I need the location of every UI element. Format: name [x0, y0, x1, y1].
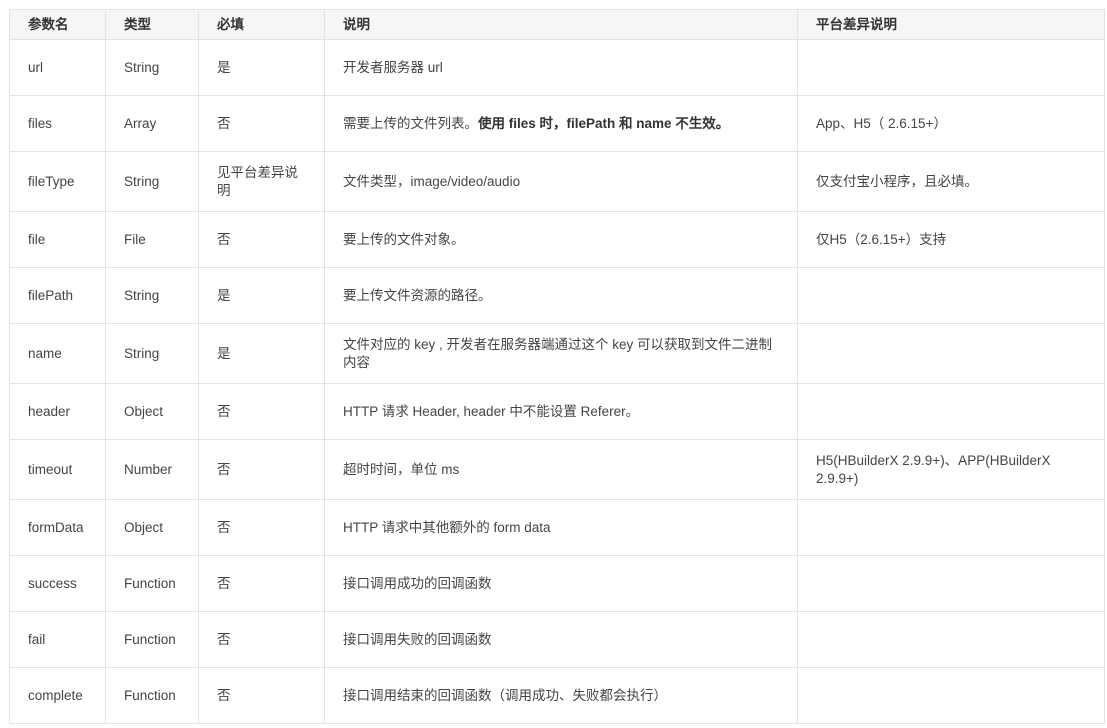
table-header-row: 参数名 类型 必填 说明 平台差异说明 [9, 9, 1105, 40]
cell-type: String [105, 323, 199, 384]
cell-platform-notes [797, 323, 1105, 384]
cell-platform-notes [797, 555, 1105, 612]
cell-type: Function [105, 667, 199, 724]
cell-description: HTTP 请求 Header, header 中不能设置 Referer。 [324, 383, 798, 440]
header-platform-notes: 平台差异说明 [797, 9, 1105, 40]
cell-description: 接口调用结束的回调函数（调用成功、失败都会执行） [324, 667, 798, 724]
cell-param-name: url [9, 39, 106, 96]
cell-param-name: success [9, 555, 106, 612]
cell-param-name: fail [9, 611, 106, 668]
cell-required: 否 [198, 211, 325, 268]
cell-platform-notes [797, 383, 1105, 440]
cell-param-name: name [9, 323, 106, 384]
table-row: formData Object 否 HTTP 请求中其他额外的 form dat… [9, 499, 1105, 556]
cell-platform-notes: 仅H5（2.6.15+）支持 [797, 211, 1105, 268]
table-row: url String 是 开发者服务器 url [9, 39, 1105, 96]
header-required: 必填 [198, 9, 325, 40]
cell-param-name: timeout [9, 439, 106, 500]
cell-platform-notes: App、H5（ 2.6.15+） [797, 95, 1105, 152]
cell-required: 否 [198, 611, 325, 668]
cell-description: 文件对应的 key , 开发者在服务器端通过这个 key 可以获取到文件二进制内… [324, 323, 798, 384]
table-row: complete Function 否 接口调用结束的回调函数（调用成功、失败都… [9, 667, 1105, 724]
cell-platform-notes [797, 39, 1105, 96]
cell-required: 见平台差异说明 [198, 151, 325, 212]
table-row: success Function 否 接口调用成功的回调函数 [9, 555, 1105, 612]
table-row: file File 否 要上传的文件对象。 仅H5（2.6.15+）支持 [9, 211, 1105, 268]
cell-param-name: filePath [9, 267, 106, 324]
table-row: timeout Number 否 超时时间，单位 ms H5(HBuilderX… [9, 439, 1105, 500]
param-table: 参数名 类型 必填 说明 平台差异说明 url String 是 开发者服务器 … [9, 9, 1105, 724]
table-row: fail Function 否 接口调用失败的回调函数 [9, 611, 1105, 668]
cell-type: Number [105, 439, 199, 500]
cell-description: HTTP 请求中其他额外的 form data [324, 499, 798, 556]
cell-param-name: files [9, 95, 106, 152]
cell-platform-notes [797, 499, 1105, 556]
table-row: name String 是 文件对应的 key , 开发者在服务器端通过这个 k… [9, 323, 1105, 384]
cell-type: Object [105, 383, 199, 440]
cell-type: String [105, 151, 199, 212]
cell-required: 是 [198, 267, 325, 324]
cell-description: 要上传的文件对象。 [324, 211, 798, 268]
cell-required: 否 [198, 555, 325, 612]
cell-type: String [105, 39, 199, 96]
header-param-name: 参数名 [9, 9, 106, 40]
cell-platform-notes: H5(HBuilderX 2.9.9+)、APP(HBuilderX 2.9.9… [797, 439, 1105, 500]
cell-description: 要上传文件资源的路径。 [324, 267, 798, 324]
cell-platform-notes: 仅支付宝小程序，且必填。 [797, 151, 1105, 212]
cell-type: Function [105, 555, 199, 612]
cell-description: 需要上传的文件列表。使用 files 时，filePath 和 name 不生效… [324, 95, 798, 152]
cell-type: File [105, 211, 199, 268]
cell-required: 是 [198, 39, 325, 96]
cell-param-name: complete [9, 667, 106, 724]
cell-description: 超时时间，单位 ms [324, 439, 798, 500]
cell-param-name: file [9, 211, 106, 268]
cell-type: String [105, 267, 199, 324]
param-table-container: 参数名 类型 必填 说明 平台差异说明 url String 是 开发者服务器 … [9, 9, 1105, 724]
description-bold-text: 使用 files 时，filePath 和 name 不生效。 [478, 115, 730, 131]
cell-type: Function [105, 611, 199, 668]
cell-type: Array [105, 95, 199, 152]
table-row: header Object 否 HTTP 请求 Header, header 中… [9, 383, 1105, 440]
cell-required: 否 [198, 383, 325, 440]
cell-description: 接口调用失败的回调函数 [324, 611, 798, 668]
table-row: files Array 否 需要上传的文件列表。使用 files 时，fileP… [9, 95, 1105, 152]
cell-param-name: header [9, 383, 106, 440]
description-text: 需要上传的文件列表。 [343, 115, 478, 131]
header-description: 说明 [324, 9, 798, 40]
cell-required: 否 [198, 439, 325, 500]
header-type: 类型 [105, 9, 199, 40]
cell-required: 否 [198, 499, 325, 556]
cell-required: 否 [198, 667, 325, 724]
cell-required: 否 [198, 95, 325, 152]
cell-required: 是 [198, 323, 325, 384]
cell-type: Object [105, 499, 199, 556]
table-row: filePath String 是 要上传文件资源的路径。 [9, 267, 1105, 324]
cell-platform-notes [797, 667, 1105, 724]
table-row: fileType String 见平台差异说明 文件类型，image/video… [9, 151, 1105, 212]
cell-platform-notes [797, 611, 1105, 668]
cell-param-name: formData [9, 499, 106, 556]
cell-description: 文件类型，image/video/audio [324, 151, 798, 212]
cell-param-name: fileType [9, 151, 106, 212]
cell-description: 接口调用成功的回调函数 [324, 555, 798, 612]
cell-description: 开发者服务器 url [324, 39, 798, 96]
cell-platform-notes [797, 267, 1105, 324]
